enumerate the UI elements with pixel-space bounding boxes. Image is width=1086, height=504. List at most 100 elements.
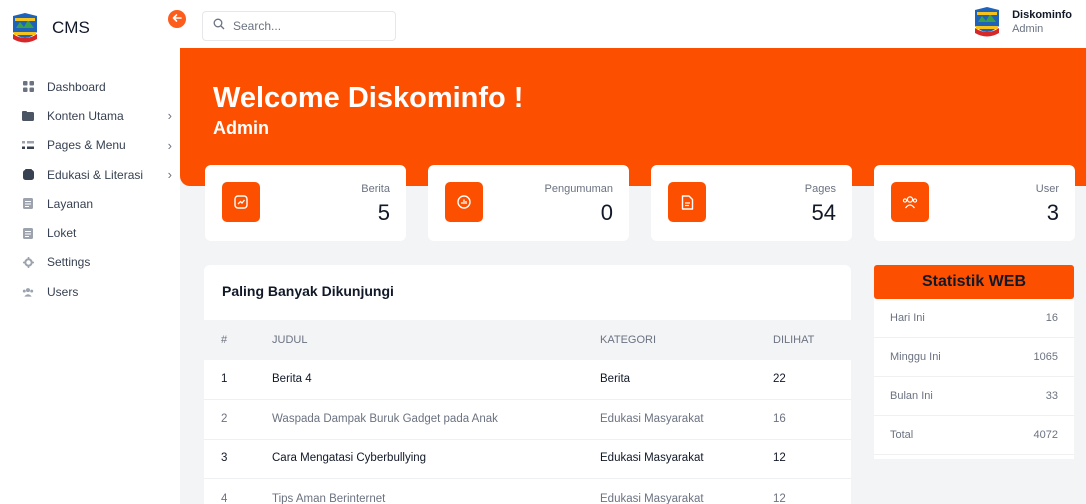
stat-row-label: Hari Ini — [890, 312, 925, 324]
sidebar-item-label: Dashboard — [47, 79, 106, 94]
sidebar-item-label: Layanan — [47, 196, 94, 211]
sidebar-item-dashboard[interactable]: Dashboard — [22, 72, 172, 101]
stat-label: Pages — [804, 183, 836, 195]
row-title: Cara Mengatasi Cyberbullying — [272, 452, 427, 465]
page-subtitle: Admin — [213, 118, 269, 138]
search-icon — [213, 17, 225, 35]
table-row[interactable]: 1 Berita 4 Berita 22 — [204, 360, 851, 400]
row-title: Tips Aman Berinternet — [272, 492, 386, 504]
column-header-views: DILIHAT — [773, 334, 815, 346]
search-input[interactable] — [233, 19, 383, 33]
sidebar-item-settings[interactable]: Settings — [22, 248, 172, 277]
row-views: 16 — [773, 413, 786, 426]
sidebar-item-label: Loket — [47, 226, 77, 241]
chevron-right-icon: › — [167, 167, 172, 183]
sidebar-item-label: Pages & Menu — [47, 138, 126, 153]
stat-row-total: Total 4072 — [874, 416, 1074, 455]
sidebar-item-label: Edukasi & Literasi — [47, 167, 144, 182]
row-category: Edukasi Masyarakat — [600, 492, 704, 504]
grid-icon — [22, 81, 34, 93]
sidebar: CMS Dashboard Konten Utama › Pages & Men… — [0, 0, 180, 504]
row-number: 1 — [221, 373, 228, 386]
stat-card-pengumuman[interactable]: Pengumuman 0 — [428, 165, 629, 241]
sidebar-item-edukasi-literasi[interactable]: Edukasi & Literasi › — [22, 160, 172, 189]
column-header-title: JUDUL — [272, 334, 308, 346]
stat-label: Berita — [361, 183, 390, 195]
menu-icon — [22, 139, 34, 151]
stat-label: User — [1035, 183, 1059, 195]
panel-title: Paling Banyak Dikunjungi — [222, 283, 394, 299]
row-views: 12 — [773, 452, 786, 465]
stat-row-value: 4072 — [1033, 429, 1058, 441]
avatar — [975, 7, 1000, 37]
most-visited-panel: Paling Banyak Dikunjungi # JUDUL KATEGOR… — [204, 265, 851, 504]
sidebar-item-layanan[interactable]: Layanan — [22, 189, 172, 218]
column-header-no: # — [221, 334, 228, 346]
file-icon — [668, 182, 706, 222]
row-title: Berita 4 — [272, 373, 312, 386]
row-number: 4 — [221, 492, 228, 504]
collapse-sidebar-button[interactable] — [168, 10, 186, 28]
gear-icon — [22, 256, 34, 268]
stat-row-value: 16 — [1045, 312, 1058, 324]
chevron-right-icon: › — [167, 108, 172, 124]
sidebar-item-loket[interactable]: Loket — [22, 218, 172, 247]
web-stats-panel: Hari Ini 16 Minggu Ini 1065 Bulan Ini 33… — [874, 299, 1074, 459]
stat-row-value: 33 — [1045, 390, 1058, 402]
search-box[interactable] — [202, 11, 396, 41]
stat-value: 5 — [377, 200, 390, 225]
sidebar-item-users[interactable]: Users — [22, 277, 172, 306]
sidebar-item-pages-menu[interactable]: Pages & Menu › — [22, 131, 172, 160]
bar-chart-icon — [445, 182, 483, 222]
sidebar-nav: Dashboard Konten Utama › Pages & Menu › … — [22, 72, 172, 306]
logo-emblem-icon — [13, 13, 37, 43]
stat-value: 3 — [1046, 200, 1059, 225]
book-icon — [22, 169, 34, 181]
stat-row-month: Bulan Ini 33 — [874, 377, 1074, 416]
document-icon — [22, 198, 34, 210]
stat-card-pages[interactable]: Pages 54 — [651, 165, 852, 241]
table-row[interactable]: 2 Waspada Dampak Buruk Gadget pada Anak … — [204, 400, 851, 440]
row-category: Edukasi Masyarakat — [600, 452, 704, 465]
sidebar-item-label: Users — [47, 284, 79, 299]
stat-row-value: 1065 — [1033, 351, 1058, 363]
stat-row-label: Total — [890, 429, 914, 441]
users-icon — [22, 286, 34, 298]
stat-row-today: Hari Ini 16 — [874, 299, 1074, 338]
stat-card-berita[interactable]: Berita 5 — [205, 165, 406, 241]
brand-title: CMS — [52, 18, 90, 37]
topbar: Diskominfo Admin — [168, 0, 1086, 48]
users-icon — [891, 182, 929, 222]
stat-value: 0 — [600, 200, 613, 225]
web-stats-title: Statistik WEB — [874, 265, 1074, 299]
user-name: Diskominfo — [1012, 9, 1072, 21]
row-category: Berita — [600, 373, 631, 386]
row-number: 3 — [221, 452, 228, 465]
arrow-left-icon — [172, 13, 182, 26]
brand[interactable]: CMS — [10, 12, 90, 44]
stat-row-week: Minggu Ini 1065 — [874, 338, 1074, 377]
user-role: Admin — [1012, 23, 1044, 35]
row-title: Waspada Dampak Buruk Gadget pada Anak — [272, 413, 498, 426]
user-menu[interactable]: Diskominfo Admin — [972, 6, 1072, 38]
stat-row-label: Bulan Ini — [890, 390, 933, 402]
table-row[interactable]: 3 Cara Mengatasi Cyberbullying Edukasi M… — [204, 439, 851, 479]
folder-icon — [22, 110, 34, 122]
stat-value: 54 — [811, 200, 836, 225]
table-row[interactable]: 4 Tips Aman Berinternet Edukasi Masyarak… — [204, 479, 851, 504]
row-views: 22 — [773, 373, 786, 386]
sidebar-item-konten-utama[interactable]: Konten Utama › — [22, 101, 172, 130]
sidebar-item-label: Konten Utama — [47, 108, 124, 123]
stat-card-user[interactable]: User 3 — [874, 165, 1075, 241]
document-icon — [22, 227, 34, 239]
chevron-right-icon: › — [167, 137, 172, 153]
chart-trend-icon — [222, 182, 260, 222]
row-number: 2 — [221, 413, 228, 426]
table-header: # JUDUL KATEGORI DILIHAT — [204, 320, 851, 360]
stat-label: Pengumuman — [544, 183, 614, 195]
sidebar-item-label: Settings — [47, 255, 91, 270]
row-views: 12 — [773, 492, 786, 504]
stat-row-label: Minggu Ini — [890, 351, 941, 363]
row-category: Edukasi Masyarakat — [600, 413, 704, 426]
column-header-category: KATEGORI — [600, 334, 657, 346]
